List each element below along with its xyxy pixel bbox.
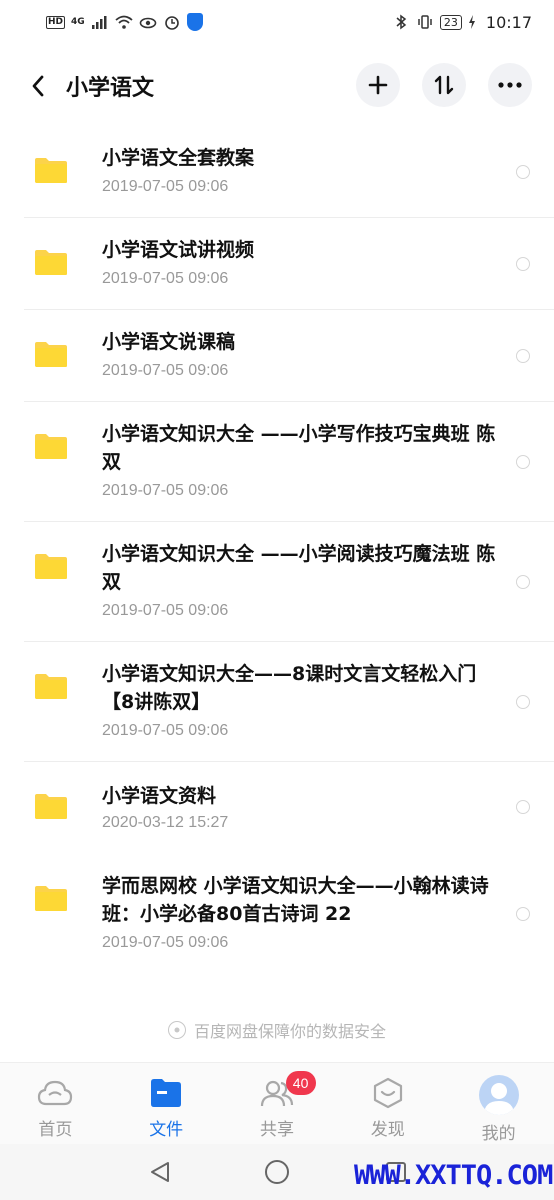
plus-icon xyxy=(368,75,388,95)
file-date: 2019-07-05 09:06 xyxy=(102,722,229,739)
file-row[interactable]: 小学语文试讲视频 2019-07-05 09:06 xyxy=(0,218,554,310)
select-radio[interactable] xyxy=(516,349,530,363)
status-right: 23 10:17 xyxy=(392,13,532,32)
eye-icon xyxy=(139,17,156,29)
file-date: 2019-07-05 09:06 xyxy=(102,934,229,951)
charging-icon xyxy=(468,15,475,29)
sort-icon xyxy=(434,75,454,95)
folder-icon xyxy=(148,1075,184,1111)
tab-bar: 首页 文件 共享 40 发现 我的 xyxy=(0,1062,554,1144)
file-name: 小学语文说课稿 xyxy=(102,331,236,353)
shield-icon xyxy=(186,13,203,31)
file-name: 小学语文知识大全 ——小学写作技巧宝典班 陈双 xyxy=(102,423,496,473)
battery-level: 23 xyxy=(439,14,462,30)
shield-check-icon xyxy=(167,1021,186,1039)
file-date: 2019-07-05 09:06 xyxy=(102,362,229,379)
tab-label: 发现 xyxy=(370,1120,405,1140)
bluetooth-icon xyxy=(396,14,407,30)
tab-label: 文件 xyxy=(149,1120,184,1140)
file-row[interactable]: 学而思网校 小学语文知识大全——小翰林读诗班：小学必备80首古诗词 22 201… xyxy=(0,854,554,974)
folder-icon xyxy=(35,342,67,367)
signal-icon xyxy=(91,16,107,29)
network-type: 4G xyxy=(71,16,85,27)
select-radio[interactable] xyxy=(516,907,530,921)
folder-icon xyxy=(35,434,67,459)
clock: 10:17 xyxy=(485,12,532,32)
safety-note: 百度网盘保障你的数据安全 xyxy=(0,1018,554,1042)
select-radio[interactable] xyxy=(516,455,530,469)
tab-label: 我的 xyxy=(481,1124,516,1144)
file-name: 学而思网校 小学语文知识大全——小翰林读诗班：小学必备80首古诗词 22 xyxy=(102,875,489,925)
back-arrow-icon xyxy=(32,75,44,97)
file-row[interactable]: 小学语文知识大全 ——小学阅读技巧魔法班 陈双 2019-07-05 09:06 xyxy=(0,522,554,642)
safety-text: 百度网盘保障你的数据安全 xyxy=(193,1022,386,1041)
nav-home-button[interactable] xyxy=(263,1158,291,1186)
select-radio[interactable] xyxy=(516,257,530,271)
alarm-icon xyxy=(164,16,179,30)
file-name: 小学语文知识大全 ——小学阅读技巧魔法班 陈双 xyxy=(102,543,496,593)
tab-label: 共享 xyxy=(259,1120,294,1140)
select-radio[interactable] xyxy=(516,800,530,814)
folder-icon xyxy=(35,554,67,579)
file-name: 小学语文全套教案 xyxy=(102,147,255,169)
header: 小学语文 xyxy=(0,56,554,116)
folder-icon xyxy=(35,674,67,699)
folder-icon xyxy=(35,794,67,819)
file-date: 2019-07-05 09:06 xyxy=(102,178,229,195)
file-date: 2019-07-05 09:06 xyxy=(102,270,229,287)
file-date: 2020-03-12 15:27 xyxy=(102,814,229,831)
file-row[interactable]: 小学语文知识大全——8课时文言文轻松入门【8讲陈双】 2019-07-05 09… xyxy=(0,642,554,762)
file-row[interactable]: 小学语文知识大全 ——小学写作技巧宝典班 陈双 2019-07-05 09:06 xyxy=(0,402,554,522)
cloud-icon xyxy=(37,1075,73,1111)
tab-discover[interactable]: 发现 xyxy=(332,1063,443,1144)
hd-indicator: HD xyxy=(46,15,66,29)
file-name: 小学语文试讲视频 xyxy=(102,239,255,261)
status-left: HD 4G xyxy=(46,13,203,31)
status-bar: HD 4G 23 10:17 xyxy=(0,0,554,44)
folder-icon xyxy=(35,250,67,275)
tab-files[interactable]: 文件 xyxy=(111,1063,222,1144)
circle-home-icon xyxy=(265,1160,289,1184)
file-name: 小学语文资料 xyxy=(102,785,217,807)
select-radio[interactable] xyxy=(516,575,530,589)
select-radio[interactable] xyxy=(516,695,530,709)
sort-button[interactable] xyxy=(422,63,466,107)
nav-back-button[interactable] xyxy=(146,1158,174,1186)
more-icon xyxy=(498,82,522,88)
triangle-back-icon xyxy=(151,1162,169,1182)
vibrate-icon xyxy=(418,15,432,29)
notification-badge: 40 xyxy=(285,1071,316,1095)
folder-icon xyxy=(35,158,67,183)
page-title: 小学语文 xyxy=(66,76,155,101)
back-button[interactable] xyxy=(24,72,52,100)
file-date: 2019-07-05 09:06 xyxy=(102,482,229,499)
add-button[interactable] xyxy=(356,63,400,107)
avatar-icon xyxy=(478,1075,519,1115)
tab-label: 首页 xyxy=(38,1120,73,1140)
wifi-icon xyxy=(115,15,133,29)
file-row[interactable]: 小学语文全套教案 2019-07-05 09:06 xyxy=(0,126,554,218)
file-row[interactable]: 小学语文资料 2020-03-12 15:27 xyxy=(0,762,554,854)
tab-mine[interactable]: 我的 xyxy=(443,1063,554,1144)
folder-icon xyxy=(35,886,67,911)
tab-home[interactable]: 首页 xyxy=(0,1063,111,1144)
select-radio[interactable] xyxy=(516,165,530,179)
file-name: 小学语文知识大全——8课时文言文轻松入门【8讲陈双】 xyxy=(102,663,477,713)
file-date: 2019-07-05 09:06 xyxy=(102,602,229,619)
tab-share[interactable]: 共享 40 xyxy=(222,1063,333,1144)
discover-icon xyxy=(370,1075,406,1111)
file-row[interactable]: 小学语文说课稿 2019-07-05 09:06 xyxy=(0,310,554,402)
watermark: WWW.XXTTQ.COM xyxy=(354,1160,553,1191)
more-button[interactable] xyxy=(488,63,532,107)
